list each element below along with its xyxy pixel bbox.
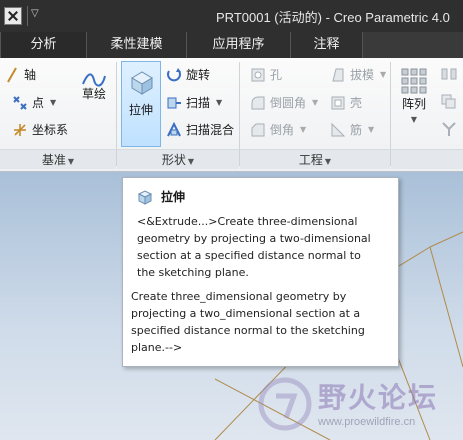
csys-button[interactable]: 坐标系 — [12, 121, 68, 138]
sweep-icon — [167, 97, 181, 108]
point-icon — [13, 95, 27, 110]
draft-label: 拔模 — [350, 68, 375, 82]
watermark-url: www.proewildfire.cn — [318, 416, 416, 428]
rib-icon — [331, 122, 346, 136]
extrude-tooltip: 拉伸 <&Extrude...>Create three-dimensional… — [122, 177, 399, 367]
round-icon — [251, 96, 265, 109]
rib-button[interactable]: 筋 ▼ — [330, 121, 374, 138]
shell-button[interactable]: 壳 — [330, 94, 362, 111]
revolve-label: 旋转 — [186, 68, 211, 82]
ribbon-panel: 轴 点 ▼ 坐标系 草绘 基准 ▼ 拉伸 旋转 扫描 ▼ 扫描混合 形状 ▼ 孔… — [0, 58, 463, 172]
point-label: 点 — [32, 96, 45, 110]
copy-icon[interactable] — [441, 94, 457, 110]
revolve-icon — [167, 67, 181, 81]
merge-icon[interactable] — [441, 121, 457, 137]
window-title: PRT0001 (活动的) - Creo Parametric 4.0 — [216, 10, 450, 25]
hole-button[interactable]: 孔 — [250, 66, 282, 83]
shell-icon — [331, 96, 345, 109]
watermark-text: 野火论坛 — [318, 381, 439, 414]
tab-annotate[interactable]: 注释 — [290, 32, 362, 58]
sweep-button[interactable]: 扫描 ▼ — [166, 94, 222, 111]
hole-label: 孔 — [270, 68, 283, 82]
sketch-label: 草绘 — [81, 87, 106, 101]
extrude-button[interactable]: 拉伸 — [121, 61, 161, 147]
rib-dropdown-icon[interactable]: ▼ — [368, 125, 374, 134]
extrude-label: 拉伸 — [128, 103, 153, 117]
chamfer-button[interactable]: 倒角 ▼ — [250, 121, 306, 138]
hole-icon — [251, 68, 265, 81]
title-bar: ▽ PRT0001 (活动的) - Creo Parametric 4.0 — [0, 0, 463, 32]
axis-icon — [7, 67, 17, 82]
tooltip-description-2: Create three_dimensional geometry by pro… — [131, 290, 365, 354]
editing-group-label — [391, 149, 463, 169]
axis-label: 轴 — [24, 68, 37, 82]
ribbon-tab-bar: 分析 柔性建模 应用程序 注释 — [0, 32, 463, 58]
sweep-dropdown-icon[interactable]: ▼ — [216, 98, 222, 107]
rib-label: 筋 — [350, 123, 363, 137]
extrude-icon — [131, 71, 153, 95]
tooltip-description: <&Extrude...>Create three-dimensional ge… — [137, 215, 371, 279]
chamfer-dropdown-icon[interactable]: ▼ — [300, 125, 306, 134]
quick-access-dropdown-icon[interactable]: ▽ — [31, 8, 39, 19]
shapes-group-label[interactable]: 形状 ▼ — [117, 149, 239, 169]
tooltip-title: 拉伸 — [161, 190, 186, 204]
engineering-group-label[interactable]: 工程 ▼ — [240, 149, 390, 169]
round-button[interactable]: 倒圆角 ▼ — [250, 94, 318, 111]
mirror-icon[interactable] — [441, 66, 457, 82]
point-dropdown-icon[interactable]: ▼ — [50, 98, 56, 107]
pattern-label: 阵列 — [401, 97, 426, 111]
pattern-dropdown-icon[interactable]: ▼ — [394, 115, 434, 124]
point-button[interactable]: 点 ▼ — [12, 94, 56, 111]
tooltip-header: 拉伸 — [137, 188, 185, 205]
csys-label: 坐标系 — [32, 123, 69, 137]
chamfer-icon — [251, 123, 265, 136]
draft-dropdown-icon[interactable]: ▼ — [380, 70, 386, 79]
round-label: 倒圆角 — [270, 96, 307, 110]
tab-analysis[interactable]: 分析 — [0, 32, 86, 58]
pattern-button[interactable]: 阵列 ▼ — [394, 62, 434, 146]
draft-button[interactable]: 拔模 ▼ — [330, 66, 386, 83]
draft-icon — [332, 68, 344, 81]
revolve-button[interactable]: 旋转 — [166, 66, 210, 83]
axis-button[interactable]: 轴 — [4, 66, 36, 83]
swept-blend-label: 扫描混合 — [186, 123, 235, 137]
sweep-label: 扫描 — [186, 96, 211, 110]
swept-blend-icon — [167, 121, 181, 136]
watermark-logo-icon — [258, 377, 312, 431]
app-menu-icon[interactable] — [4, 7, 22, 25]
shell-label: 壳 — [350, 96, 363, 110]
swept-blend-button[interactable]: 扫描混合 — [166, 121, 234, 138]
coordinate-system-icon — [14, 123, 26, 136]
round-dropdown-icon[interactable]: ▼ — [312, 98, 318, 107]
chamfer-label: 倒角 — [270, 123, 295, 137]
pattern-icon — [401, 68, 427, 94]
tab-applications[interactable]: 应用程序 — [186, 32, 290, 58]
forum-watermark: 野火论坛 www.proewildfire.cn — [256, 372, 463, 440]
extrude-icon — [137, 189, 153, 205]
titlebar-separator — [27, 6, 28, 26]
datum-group-label[interactable]: 基准 ▼ — [0, 149, 116, 169]
tab-bar-empty — [362, 32, 463, 58]
sketch-button[interactable]: 草绘 — [76, 62, 112, 146]
tab-flexible-modeling[interactable]: 柔性建模 — [86, 32, 186, 58]
